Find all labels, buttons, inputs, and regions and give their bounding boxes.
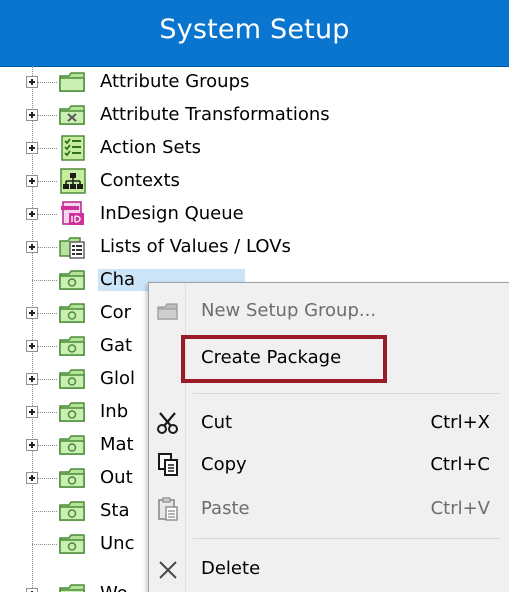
- paste-icon: [155, 495, 181, 523]
- menu-item-cut[interactable]: Cut Ctrl+X: [149, 401, 509, 445]
- setup-group-icon: [58, 581, 88, 592]
- lists-of-values-icon: [58, 234, 88, 260]
- menu-item-label: Copy: [201, 454, 247, 475]
- shortcut-label: Ctrl+V: [430, 498, 490, 519]
- expand-toggle-icon[interactable]: [26, 472, 38, 484]
- setup-group-icon: [58, 498, 88, 524]
- setup-group-icon: [58, 531, 88, 557]
- tree-item-label: Glol: [100, 368, 135, 389]
- expand-toggle-icon[interactable]: [26, 208, 38, 220]
- menu-item-label: New Setup Group...: [201, 300, 377, 321]
- menu-item-paste[interactable]: Paste Ctrl+V: [149, 487, 509, 531]
- expand-toggle-icon[interactable]: [26, 307, 38, 319]
- new-setup-group-icon: [155, 297, 181, 325]
- menu-item-label: Paste: [201, 498, 250, 519]
- tree-item-label: Unc: [100, 533, 135, 554]
- menu-separator: [193, 393, 500, 394]
- menu-item-new-setup-group[interactable]: New Setup Group...: [149, 289, 509, 333]
- expand-toggle-icon[interactable]: [26, 439, 38, 451]
- expand-toggle-icon[interactable]: [26, 340, 38, 352]
- title-bar: System Setup: [0, 0, 509, 67]
- shortcut-label: Ctrl+X: [430, 412, 490, 433]
- indesign-queue-icon: [58, 201, 88, 227]
- copy-icon: [155, 451, 181, 479]
- tree-item-attribute-transformations[interactable]: Attribute Transformations: [0, 99, 509, 132]
- tree-item-label: Mat: [100, 434, 134, 455]
- attribute-groups-icon: [58, 69, 88, 95]
- tree-item-label: Inb: [100, 401, 129, 422]
- setup-group-icon: [58, 366, 88, 392]
- tree-item-label: Attribute Groups: [100, 71, 250, 92]
- context-menu: New Setup Group... Create Package Cut Ct…: [148, 282, 509, 592]
- menu-item-label: Cut: [201, 412, 233, 433]
- tree-item-label: Out: [100, 467, 133, 488]
- tree-item-label: Contexts: [100, 170, 180, 191]
- expand-toggle-icon[interactable]: [26, 175, 38, 187]
- setup-group-icon: [58, 432, 88, 458]
- expand-toggle-icon[interactable]: [26, 241, 38, 253]
- menu-item-label: Delete: [201, 558, 261, 579]
- setup-group-icon: [58, 267, 88, 293]
- setup-group-icon: [58, 300, 88, 326]
- setup-group-icon: [58, 333, 88, 359]
- tree-item-label: Gat: [100, 335, 133, 356]
- expand-toggle-icon[interactable]: [26, 109, 38, 121]
- menu-item-copy[interactable]: Copy Ctrl+C: [149, 443, 509, 487]
- expand-toggle-icon[interactable]: [26, 373, 38, 385]
- tree-item-label: Cor: [100, 302, 131, 323]
- delete-x-icon: [155, 555, 181, 583]
- system-setup-window: System Setup Attribute Groups Attribute …: [0, 0, 509, 592]
- shortcut-label: Ctrl+C: [430, 454, 490, 475]
- tree-item-label: Lists of Values / LOVs: [100, 236, 291, 257]
- tree-item-lists-of-values[interactable]: Lists of Values / LOVs: [0, 231, 509, 264]
- tree-item-label: InDesign Queue: [100, 203, 244, 224]
- tree-item-contexts[interactable]: Contexts: [0, 165, 509, 198]
- tree-item-label: Action Sets: [100, 137, 202, 158]
- scissors-icon: [155, 409, 181, 437]
- window-title: System Setup: [159, 14, 350, 45]
- menu-separator: [193, 538, 500, 539]
- setup-group-icon: [58, 465, 88, 491]
- setup-group-icon: [58, 399, 88, 425]
- contexts-icon: [58, 168, 88, 194]
- tree-item-indesign-queue[interactable]: InDesign Queue: [0, 198, 509, 231]
- expand-toggle-icon[interactable]: [26, 142, 38, 154]
- expand-toggle-icon[interactable]: [26, 588, 38, 592]
- expand-toggle-icon[interactable]: [26, 406, 38, 418]
- tree-item-attribute-groups[interactable]: Attribute Groups: [0, 66, 509, 99]
- menu-item-delete[interactable]: Delete: [149, 547, 509, 591]
- highlight-annotation-box: [181, 335, 387, 383]
- tree-item-label: Sta: [100, 500, 130, 521]
- attribute-transformations-icon: [58, 102, 88, 128]
- tree-item-action-sets[interactable]: Action Sets: [0, 132, 509, 165]
- tree-item-label: Wo: [98, 583, 130, 592]
- expand-toggle-icon[interactable]: [26, 76, 38, 88]
- tree-item-label: Attribute Transformations: [100, 104, 330, 125]
- action-sets-icon: [58, 135, 88, 161]
